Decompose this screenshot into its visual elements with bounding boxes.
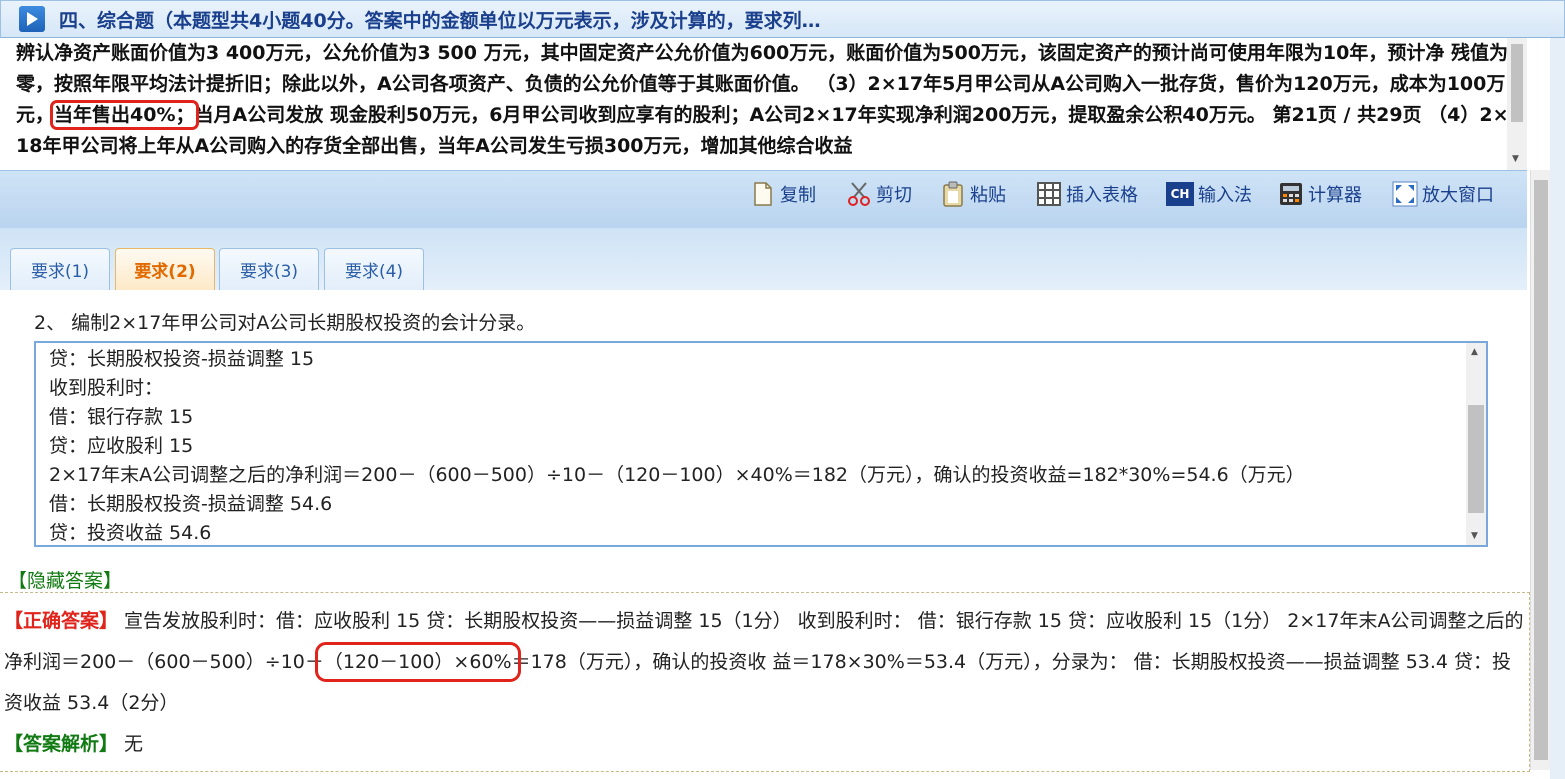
- correct-answer-label: 【正确答案】: [4, 610, 119, 632]
- maximize-window-button[interactable]: 放大窗口: [1392, 179, 1494, 209]
- main-scrollbar[interactable]: [1530, 170, 1550, 770]
- highlighted-text: 当年售出40%；: [50, 100, 199, 130]
- answer-line: 贷：投资收益 54.6: [49, 522, 212, 544]
- correct-answer-panel: 【正确答案】 宣告发放股利时：借：应收股利 15 贷：长期股权投资——损益调整 …: [0, 592, 1530, 772]
- highlighted-text: （120－100）×60%: [314, 642, 521, 682]
- copy-icon: [750, 181, 776, 207]
- question-section-header: 四、综合题（本题型共4小题40分。答案中的金额单位以万元表示，涉及计算的，要求列…: [0, 0, 1565, 38]
- answer-line: 借：银行存款 15: [49, 406, 194, 428]
- hide-answer-link[interactable]: 【隐藏答案】: [8, 566, 122, 593]
- analysis-label: 【答案解析】: [4, 733, 119, 755]
- ime-label: 输入法: [1198, 185, 1252, 206]
- answer-content[interactable]: 贷：长期股权投资-损益调整 15 收到股利时： 借：银行存款 15 贷：应收股利…: [49, 345, 1305, 545]
- answer-line: 2×17年末A公司调整之后的净利润＝200－（600－500）÷10－（120－…: [49, 464, 1305, 486]
- calculator-icon: [1278, 181, 1304, 207]
- copy-label: 复制: [780, 185, 816, 206]
- copy-button[interactable]: 复制: [750, 179, 816, 209]
- section-title: 四、综合题（本题型共4小题40分。答案中的金额单位以万元表示，涉及计算的，要求列…: [59, 9, 821, 32]
- answer-scrollbar[interactable]: ▲ ▼: [1466, 343, 1486, 545]
- question-text-part: 当月A公司发放 现金股利50万元，6月甲公司收到应享有的股利；A公司2×17年实…: [16, 104, 1509, 157]
- question-text: 辨认净资产账面价值为3 400万元，公允价值为3 500 万元，其中固定资产公允…: [16, 38, 1511, 162]
- insert-table-label: 插入表格: [1066, 185, 1138, 206]
- answer-line: 贷：长期股权投资-损益调整 15: [49, 348, 315, 370]
- table-icon: [1036, 181, 1062, 207]
- analysis-text: 无: [118, 733, 144, 755]
- requirement-tabs: 要求(1) 要求(2) 要求(3) 要求(4): [0, 228, 1527, 290]
- scrollbar-thumb[interactable]: [1511, 44, 1523, 122]
- clipboard-icon: [940, 181, 966, 207]
- answer-line: 贷：应收股利 15: [49, 435, 194, 457]
- calculator-label: 计算器: [1308, 185, 1362, 206]
- tab-requirement-2[interactable]: 要求(2): [115, 248, 215, 290]
- question-text-panel: 辨认净资产账面价值为3 400万元，公允价值为3 500 万元，其中固定资产公允…: [0, 38, 1527, 170]
- input-method-button[interactable]: CH 输入法: [1166, 179, 1252, 209]
- scroll-up-arrow-icon[interactable]: ▲: [1471, 347, 1478, 357]
- cut-button[interactable]: 剪切: [846, 179, 912, 209]
- scissors-icon: [846, 181, 872, 207]
- play-icon[interactable]: [19, 6, 45, 32]
- scrollbar-thumb[interactable]: [1534, 180, 1548, 760]
- paste-label: 粘贴: [970, 185, 1006, 206]
- answer-line: 收到股利时：: [49, 377, 164, 399]
- answer-analysis: 【答案解析】 无: [4, 724, 1525, 765]
- editor-toolbar: 复制 剪切 粘贴 插入表格 CH 输入法 计算器 放大窗口: [0, 170, 1527, 228]
- tab-requirement-1[interactable]: 要求(1): [10, 248, 110, 290]
- answer-textarea[interactable]: 贷：长期股权投资-损益调整 15 收到股利时： 借：银行存款 15 贷：应收股利…: [34, 341, 1488, 547]
- tab-requirement-4[interactable]: 要求(4): [324, 248, 424, 290]
- requirement-prompt: 2、 编制2×17年甲公司对A公司长期股权投资的会计分录。: [34, 312, 536, 334]
- insert-table-button[interactable]: 插入表格: [1036, 179, 1138, 209]
- question-scrollbar[interactable]: ▼: [1507, 38, 1527, 170]
- tab-requirement-3[interactable]: 要求(3): [219, 248, 319, 290]
- scrollbar-thumb[interactable]: [1468, 405, 1484, 513]
- calculator-button[interactable]: 计算器: [1278, 179, 1362, 209]
- scroll-down-arrow-icon[interactable]: ▼: [1512, 154, 1519, 164]
- paste-button[interactable]: 粘贴: [940, 179, 1006, 209]
- cut-label: 剪切: [876, 185, 912, 206]
- maximize-label: 放大窗口: [1422, 185, 1494, 206]
- window-edge: [1550, 38, 1565, 779]
- expand-icon: [1392, 181, 1418, 207]
- answer-line: 借：长期股权投资-损益调整 54.6: [49, 493, 333, 515]
- ime-icon: CH: [1166, 182, 1194, 206]
- scroll-down-arrow-icon[interactable]: ▼: [1471, 531, 1478, 541]
- correct-answer-text: 【正确答案】 宣告发放股利时：借：应收股利 15 贷：长期股权投资——损益调整 …: [4, 601, 1525, 724]
